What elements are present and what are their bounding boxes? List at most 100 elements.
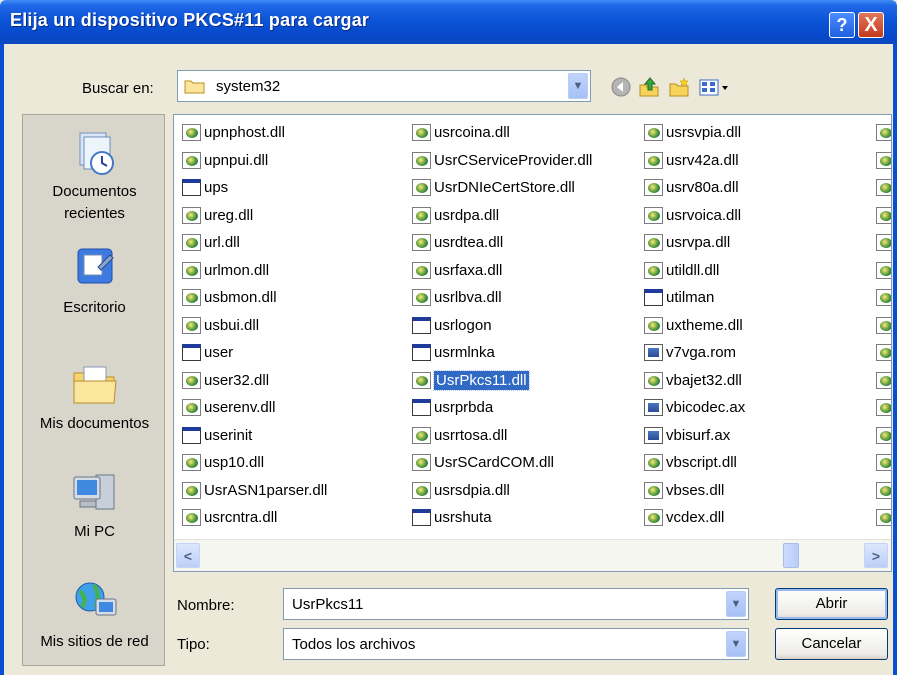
file-icon bbox=[182, 179, 201, 196]
scroll-left-button[interactable]: < bbox=[176, 543, 200, 568]
file-item-partial[interactable] bbox=[874, 202, 891, 230]
place-desktop[interactable]: Escritorio bbox=[23, 243, 166, 319]
file-item[interactable]: usrvpa.dll bbox=[642, 229, 745, 257]
filename-input[interactable]: UsrPkcs11 ▼ bbox=[283, 588, 749, 620]
file-item-partial[interactable] bbox=[874, 394, 891, 422]
file-icon bbox=[876, 509, 891, 526]
file-item[interactable]: user32.dll bbox=[180, 367, 327, 395]
file-icon bbox=[182, 124, 201, 141]
file-item[interactable]: utilman bbox=[642, 284, 745, 312]
file-item-partial[interactable] bbox=[874, 504, 891, 532]
file-item-partial[interactable] bbox=[874, 367, 891, 395]
chevron-down-icon[interactable]: ▼ bbox=[568, 73, 588, 99]
file-item[interactable]: upnpui.dll bbox=[180, 147, 327, 175]
file-item[interactable]: usrlogon bbox=[410, 312, 592, 340]
file-item[interactable]: usrsvpia.dll bbox=[642, 119, 745, 147]
file-item[interactable]: usrsdpia.dll bbox=[410, 477, 592, 505]
close-button[interactable]: X bbox=[858, 12, 884, 38]
file-list[interactable]: upnphost.dll upnpui.dll ups ureg.dll url.dll… bbox=[173, 114, 892, 572]
my-documents-icon bbox=[73, 366, 117, 404]
scrollbar-thumb[interactable] bbox=[783, 543, 799, 568]
file-item[interactable]: usrprbda bbox=[410, 394, 592, 422]
file-item[interactable]: vbajet32.dll bbox=[642, 367, 745, 395]
file-item[interactable]: UsrPkcs11.dll bbox=[410, 367, 592, 395]
scroll-right-button[interactable]: > bbox=[864, 543, 888, 568]
file-item-partial[interactable] bbox=[874, 229, 891, 257]
file-item[interactable]: usrdpa.dll bbox=[410, 202, 592, 230]
new-folder-icon[interactable] bbox=[668, 76, 690, 98]
file-item[interactable]: usrmlnka bbox=[410, 339, 592, 367]
file-icon bbox=[644, 426, 663, 444]
place-my-computer[interactable]: Mi PC bbox=[23, 467, 166, 543]
file-name: uxtheme.dll bbox=[666, 316, 743, 334]
file-item-partial[interactable] bbox=[874, 284, 891, 312]
file-item-partial[interactable] bbox=[874, 312, 891, 340]
file-item[interactable]: ups bbox=[180, 174, 327, 202]
file-item-partial[interactable] bbox=[874, 339, 891, 367]
file-item[interactable]: vbicodec.ax bbox=[642, 394, 745, 422]
view-menu-icon[interactable] bbox=[698, 76, 732, 98]
file-name: usp10.dll bbox=[204, 454, 265, 471]
file-name: user32.dll bbox=[204, 371, 270, 389]
file-item[interactable]: usrcntra.dll bbox=[180, 504, 327, 532]
file-item[interactable]: upnphost.dll bbox=[180, 119, 327, 147]
file-icon bbox=[412, 289, 431, 306]
up-folder-icon[interactable] bbox=[638, 76, 660, 98]
file-item-partial[interactable] bbox=[874, 449, 891, 477]
file-item-partial[interactable] bbox=[874, 257, 891, 285]
file-item[interactable]: user bbox=[180, 339, 327, 367]
file-item[interactable]: usrlbva.dll bbox=[410, 284, 592, 312]
file-item[interactable]: usrv42a.dll bbox=[642, 147, 745, 175]
file-item[interactable]: usrcoina.dll bbox=[410, 119, 592, 147]
file-item[interactable]: usrrtosa.dll bbox=[410, 422, 592, 450]
help-button[interactable]: ? bbox=[829, 12, 855, 38]
file-item[interactable]: userenv.dll bbox=[180, 394, 327, 422]
lookin-dropdown[interactable]: system32 ▼ bbox=[177, 70, 591, 102]
file-item[interactable]: usrdtea.dll bbox=[410, 229, 592, 257]
filetype-dropdown[interactable]: Todos los archivos ▼ bbox=[283, 628, 749, 660]
file-icon bbox=[182, 454, 201, 471]
file-item-partial[interactable] bbox=[874, 119, 891, 147]
file-item-partial[interactable] bbox=[874, 477, 891, 505]
file-item[interactable]: v7vga.rom bbox=[642, 339, 745, 367]
file-item[interactable]: ureg.dll bbox=[180, 202, 327, 230]
file-item-partial[interactable] bbox=[874, 174, 891, 202]
file-item[interactable]: utildll.dll bbox=[642, 257, 745, 285]
file-item[interactable]: UsrCServiceProvider.dll bbox=[410, 147, 592, 175]
file-item[interactable]: url.dll bbox=[180, 229, 327, 257]
file-icon bbox=[644, 151, 663, 169]
file-item[interactable]: usrvoica.dll bbox=[642, 202, 745, 230]
file-icon bbox=[182, 151, 201, 169]
file-item[interactable]: UsrDNIeCertStore.dll bbox=[410, 174, 592, 202]
file-icon bbox=[182, 344, 201, 361]
chevron-down-icon[interactable]: ▼ bbox=[726, 631, 746, 657]
file-name: usrcoina.dll bbox=[434, 124, 510, 141]
place-recent-documents[interactable]: Documentos recientes bbox=[23, 127, 166, 225]
file-item[interactable]: usrshuta bbox=[410, 504, 592, 532]
cancel-button[interactable]: Cancelar bbox=[775, 628, 888, 660]
file-item[interactable]: uxtheme.dll bbox=[642, 312, 745, 340]
file-item[interactable]: userinit bbox=[180, 422, 327, 450]
file-item-partial[interactable] bbox=[874, 422, 891, 450]
horizontal-scrollbar[interactable]: < > bbox=[174, 539, 891, 571]
file-item[interactable]: usrfaxa.dll bbox=[410, 257, 592, 285]
file-item[interactable]: UsrSCardCOM.dll bbox=[410, 449, 592, 477]
file-item[interactable]: urlmon.dll bbox=[180, 257, 327, 285]
file-item[interactable]: usrv80a.dll bbox=[642, 174, 745, 202]
file-item[interactable]: usbmon.dll bbox=[180, 284, 327, 312]
file-item[interactable]: vbisurf.ax bbox=[642, 422, 745, 450]
back-icon[interactable] bbox=[610, 76, 632, 98]
file-icon bbox=[412, 454, 431, 471]
file-item[interactable]: vcdex.dll bbox=[642, 504, 745, 532]
place-my-documents[interactable]: Mis documentos bbox=[23, 359, 166, 435]
chevron-down-icon[interactable]: ▼ bbox=[726, 591, 746, 617]
file-item[interactable]: vbscript.dll bbox=[642, 449, 745, 477]
file-item[interactable]: usp10.dll bbox=[180, 449, 327, 477]
file-item[interactable]: usbui.dll bbox=[180, 312, 327, 340]
file-item-partial[interactable] bbox=[874, 147, 891, 175]
file-item[interactable]: UsrASN1parser.dll bbox=[180, 477, 327, 505]
file-icon bbox=[876, 179, 891, 196]
open-button[interactable]: Abrir bbox=[775, 588, 888, 620]
place-network[interactable]: Mis sitios de red bbox=[23, 577, 166, 653]
file-item[interactable]: vbses.dll bbox=[642, 477, 745, 505]
